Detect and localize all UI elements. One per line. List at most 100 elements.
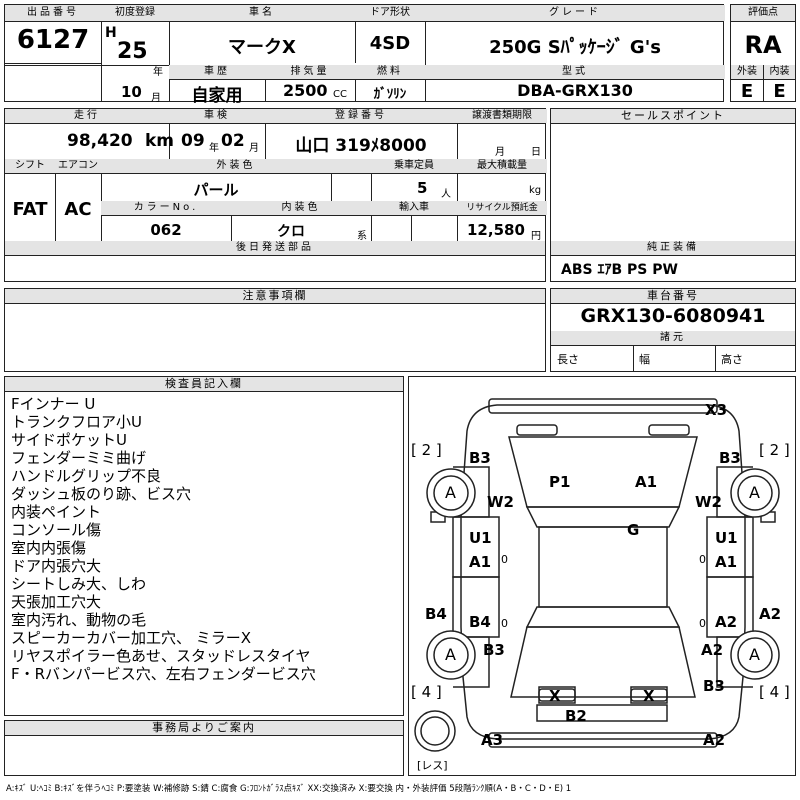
later-parts-label: 後日発送部品: [5, 241, 545, 255]
cc-unit: CC: [333, 89, 347, 100]
damage-b3-rear-left: B3: [483, 641, 505, 659]
car-name-label: 車名: [169, 5, 355, 21]
car-name: マークX: [228, 37, 296, 58]
caution-block: 注意事項欄: [4, 288, 546, 372]
note-line: 天張加工穴大: [11, 593, 102, 611]
sales-point-block: セールスポイント 純正装備 ABS ｴｱB PS PW: [550, 108, 796, 282]
inspection-year: 09: [181, 131, 205, 151]
tread-front-left: [ 2 ]: [411, 441, 442, 459]
tread-rear-right: [ 4 ]: [759, 683, 790, 701]
notes-list: Fインナー U トランクフロア小U サイドポケットU フェンダーミミ曲げ ハンドルグリッ…: [11, 395, 316, 683]
tire-rear-right: A: [749, 645, 760, 664]
genuine-equipment: ABS ｴｱB PS PW: [561, 262, 678, 278]
mileage-label: 走行: [5, 109, 169, 123]
damage-u1-right: U1: [715, 529, 738, 547]
note-line: Fインナー U: [11, 395, 96, 413]
month-unit: 月: [151, 93, 161, 104]
score: RA: [744, 31, 782, 59]
length-label: 長さ: [557, 353, 579, 366]
vehicle-info-block: 走行 98,420 km 車検 09 年 02 月 登録番号 山口 319ﾒ80…: [4, 108, 547, 282]
note-line: フェンダーミミ曲げ: [11, 449, 147, 467]
width-label: 幅: [639, 353, 650, 366]
chassis-label: 車台番号: [551, 289, 795, 304]
note-line: リヤスポイラー色あせ、スタッドレスタイヤ: [11, 647, 311, 665]
aircon: AC: [64, 199, 92, 220]
damage-p1: P1: [549, 473, 571, 491]
color-label: 外装色: [101, 159, 371, 173]
score-label: 評価点: [731, 5, 795, 21]
note-line: 室内内張傷: [11, 539, 87, 557]
capacity: 5: [417, 179, 428, 197]
specs-label: 諸元: [551, 331, 795, 345]
grade-label: グレード: [425, 5, 725, 21]
damage-a2-side: A2: [759, 605, 782, 623]
shift-label: シフト: [5, 159, 55, 173]
damage-a1-left: A1: [469, 553, 492, 571]
damage-a2-rear: A2: [701, 641, 724, 659]
displacement: 2500: [283, 81, 328, 100]
office-label: 事務局よりご案内: [5, 721, 403, 736]
inspection-month-unit: 月: [249, 143, 259, 154]
inspector-label: 検査員記入欄: [5, 377, 403, 392]
chassis-number: GRX130-6080941: [580, 305, 766, 327]
plate-number: 山口 319ﾒ8000: [295, 136, 427, 156]
note-line: 室内汚れ、動物の毛: [11, 611, 147, 629]
door-type: 4SD: [369, 33, 411, 54]
sales-point-label: セールスポイント: [551, 109, 795, 124]
era: H: [105, 25, 117, 41]
recycle-label: リサイクル預託金: [457, 201, 547, 215]
tread-rear-left: [ 4 ]: [411, 683, 442, 701]
note-line: コンソール傷: [11, 521, 102, 539]
mark-o4: 0: [699, 617, 706, 630]
damage-x-right: X: [643, 687, 655, 705]
fuel-label: 燃料: [355, 65, 425, 79]
damage-b4-side: B4: [425, 605, 447, 623]
spare-tire-label: [レス]: [417, 759, 448, 772]
recycle-fee: 12,580: [467, 221, 525, 239]
mark-o2: 0: [699, 553, 706, 566]
damage-b3-right: B3: [719, 449, 741, 467]
load-label: 最大積載量: [457, 159, 547, 173]
first-reg-label: 初度登録: [101, 5, 169, 21]
int-label: 内装: [764, 65, 795, 79]
height-label: 高さ: [721, 353, 743, 366]
tire-front-left: A: [445, 483, 456, 502]
model-code: DBA-GRX130: [517, 81, 633, 100]
damage-x3: X3: [705, 401, 728, 419]
lot-number: 6127: [16, 25, 90, 55]
capacity-label: 乗車定員: [371, 159, 457, 173]
shift: FAT: [12, 199, 48, 220]
recycle-unit: 円: [531, 231, 541, 242]
damage-a2-bumper: A2: [703, 731, 726, 749]
displacement-label: 排気量: [265, 65, 355, 79]
int-score: E: [773, 81, 786, 102]
damage-diagram: X3 B3 B3 W2 W2 P1 A1 G U1 U1 A1 A1 0 0 B…: [408, 376, 796, 776]
office-block: 事務局よりご案内: [4, 720, 404, 776]
damage-b4: B4: [469, 613, 491, 631]
ext-label: 外装: [731, 65, 763, 79]
caution-label: 注意事項欄: [5, 289, 545, 304]
ext-score: E: [740, 81, 754, 102]
inspection-month: 02: [221, 131, 245, 151]
damage-a1-right: A1: [715, 553, 738, 571]
first-reg-month: 10: [121, 83, 142, 101]
damage-b3-left: B3: [469, 449, 491, 467]
color: パール: [193, 181, 239, 199]
legend: A:ｷｽﾞ U:ﾍｺﾐ B:ｷｽﾞを伴うﾍｺﾐ P:要塗装 W:補修跡 S:錆 …: [6, 784, 572, 794]
grade: 250G Sﾊﾟｯｹｰｼﾞ G's: [489, 37, 661, 58]
note-line: ハンドルグリップ不良: [11, 467, 162, 485]
note-line: F・Rバンパービス穴、左右フェンダービス穴: [11, 665, 316, 683]
import-label: 輸入車: [371, 201, 457, 215]
car-outline: [414, 398, 780, 752]
transfer-day-unit: 日: [531, 147, 541, 158]
fuel: ｶﾞｿﾘﾝ: [373, 87, 407, 102]
damage-a1-hood: A1: [635, 473, 658, 491]
mark-o3: 0: [501, 617, 508, 630]
note-line: スピーカーカバー加工穴、 ミラーX: [11, 629, 252, 647]
capacity-unit: 人: [441, 189, 451, 200]
tire-front-right: A: [749, 483, 760, 502]
lot-label: 出品番号: [5, 5, 101, 21]
color-no-label: カラーNo.: [101, 201, 231, 215]
genuine-label: 純正装備: [551, 241, 795, 255]
damage-u1-left: U1: [469, 529, 492, 547]
